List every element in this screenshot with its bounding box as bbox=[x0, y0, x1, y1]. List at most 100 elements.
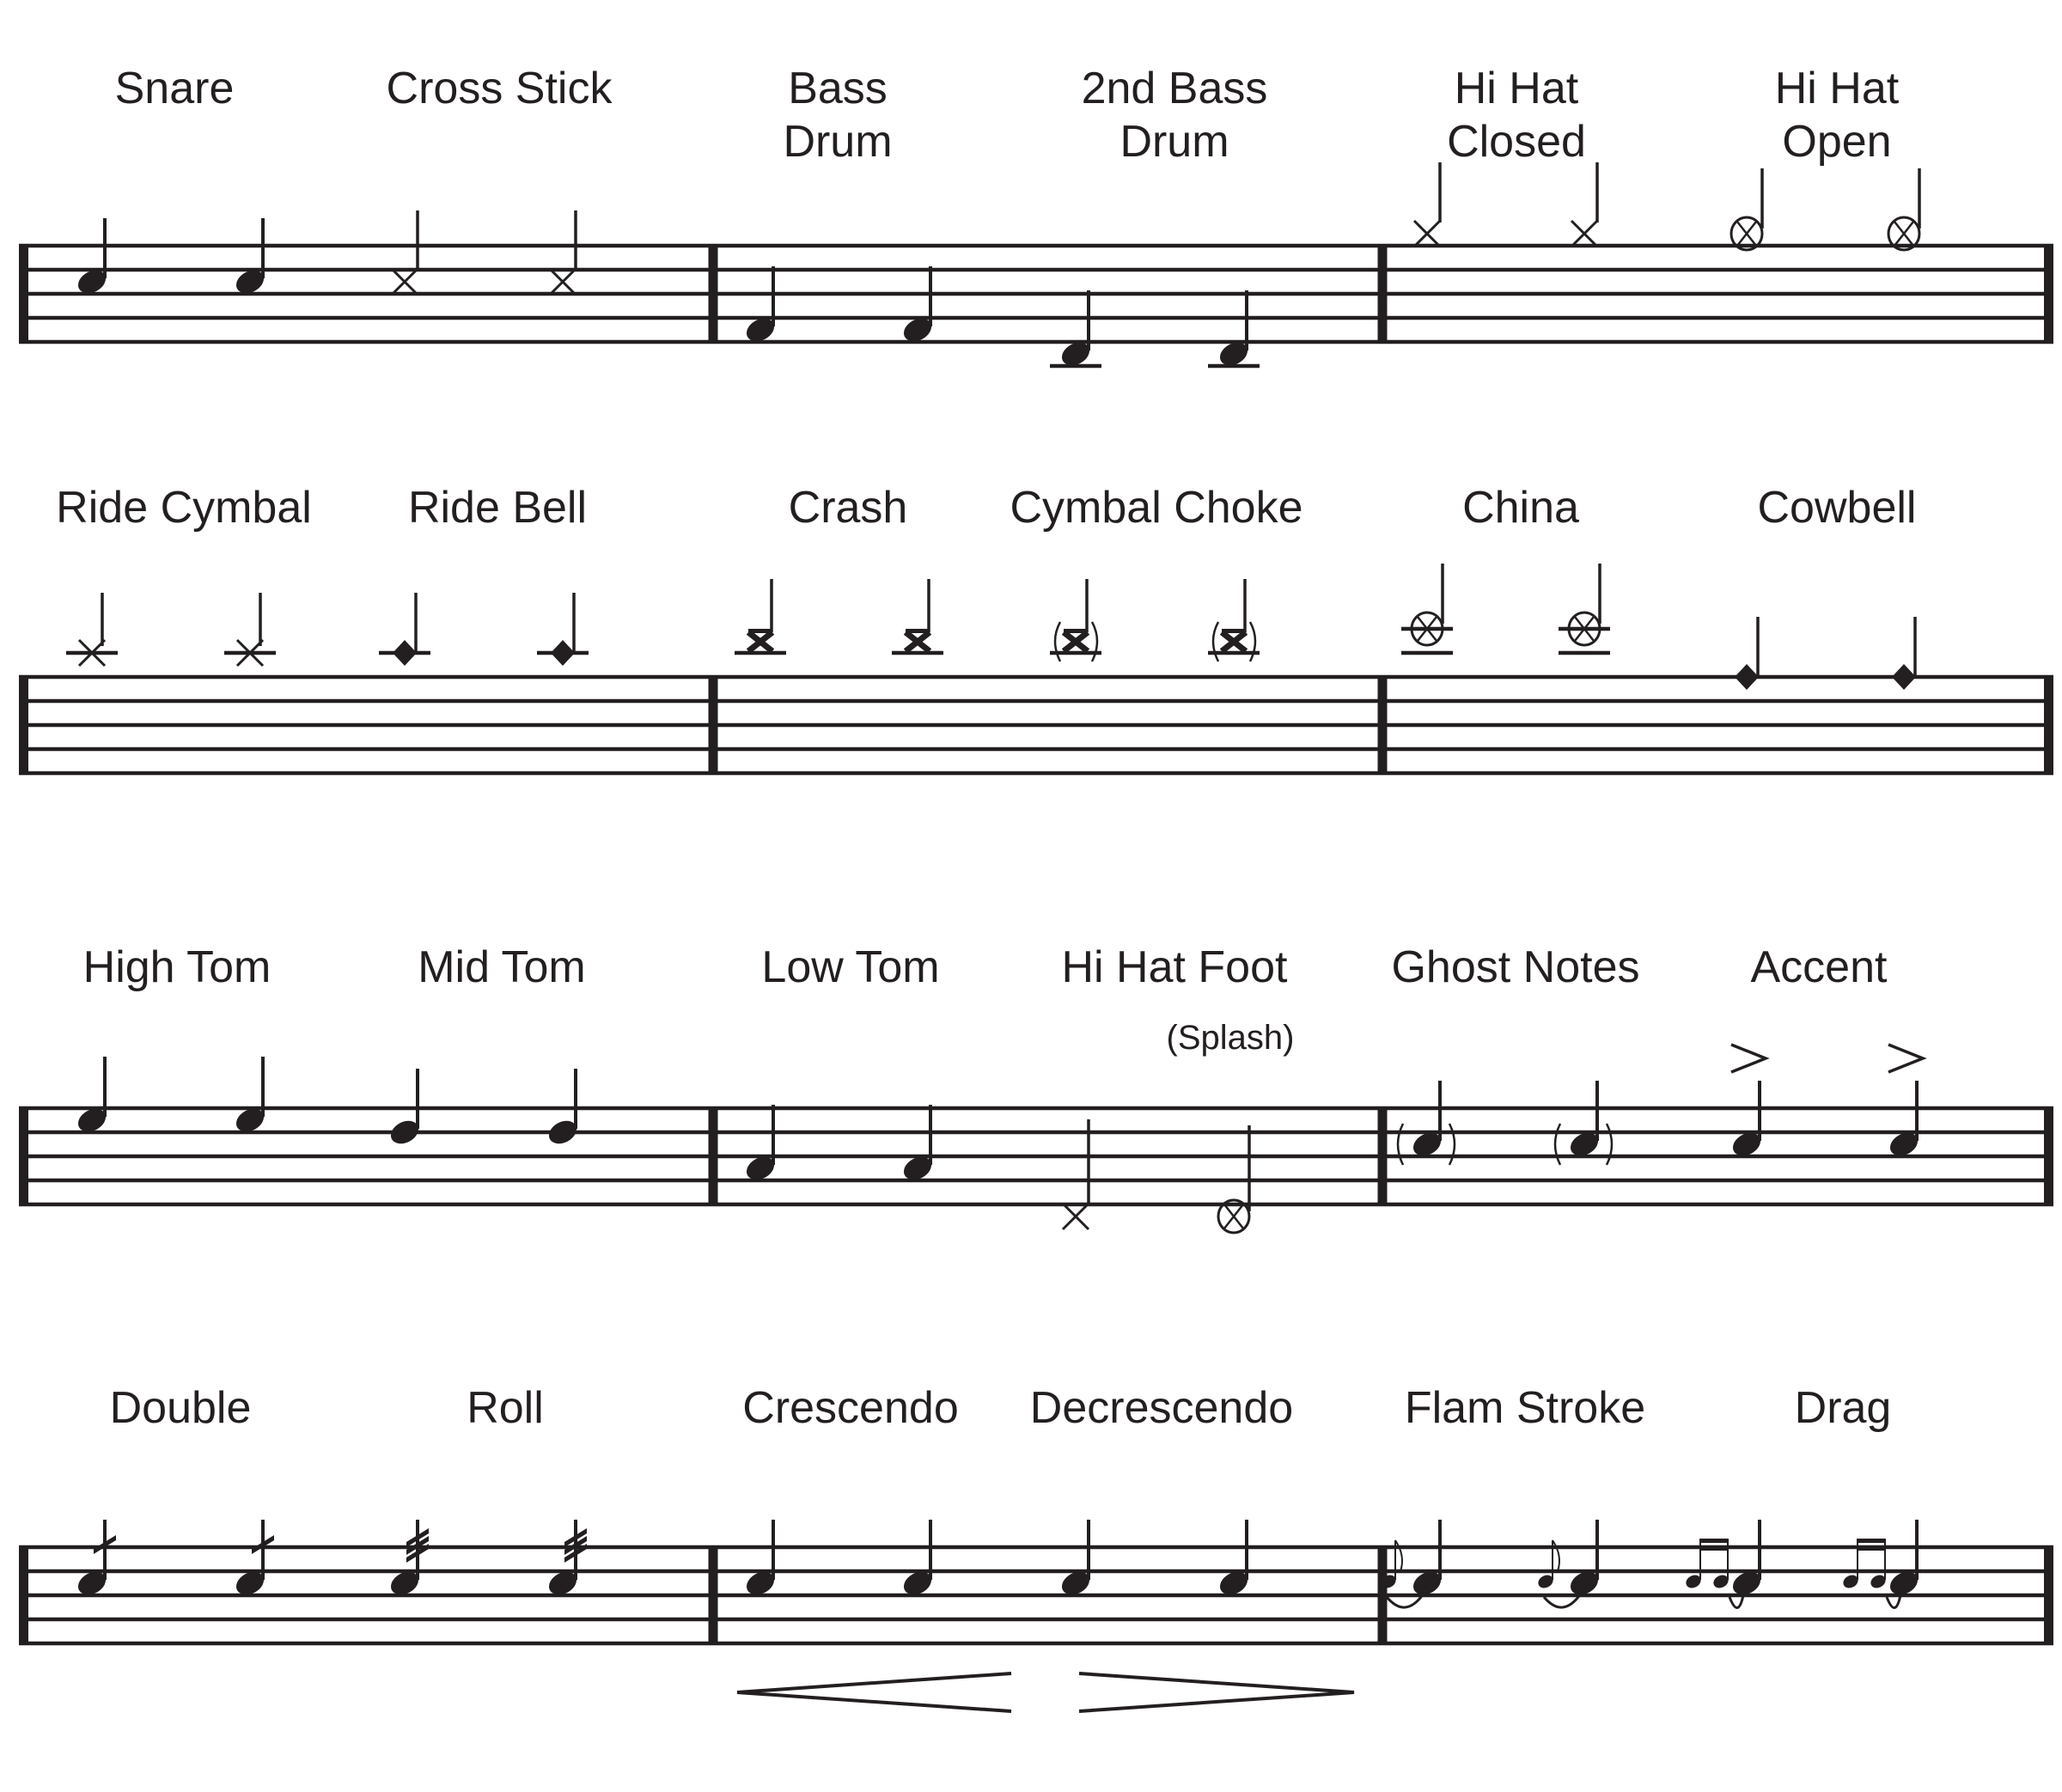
bar-line bbox=[708, 244, 718, 344]
bar-line bbox=[708, 1106, 718, 1206]
bar-line bbox=[1377, 675, 1388, 775]
notation-item: Ride Bell bbox=[379, 483, 589, 666]
notation-label: Hi Hat bbox=[1775, 64, 1900, 113]
bar-line bbox=[2044, 675, 2053, 775]
note bbox=[235, 218, 265, 294]
note bbox=[892, 579, 943, 655]
note bbox=[903, 1105, 932, 1180]
note bbox=[77, 1057, 107, 1132]
choke-paren-left bbox=[1211, 621, 1220, 662]
notation-label: Decrescendo bbox=[1030, 1383, 1293, 1433]
note bbox=[1730, 1043, 1770, 1156]
notation-item: Accent bbox=[1730, 942, 1927, 1156]
notation-label: Ghost Notes bbox=[1391, 942, 1639, 992]
note bbox=[390, 1520, 429, 1595]
notation-label: Closed bbox=[1447, 117, 1586, 167]
notation-item: Crash bbox=[735, 483, 943, 655]
notation-label: Roll bbox=[467, 1383, 544, 1433]
crescendo-hairpin bbox=[736, 1672, 1012, 1713]
note bbox=[1730, 168, 1764, 252]
diamond-notehead bbox=[1735, 664, 1759, 690]
note bbox=[746, 266, 775, 342]
notation-item: Mid Tom bbox=[390, 942, 586, 1144]
note bbox=[77, 218, 107, 294]
notation-label: Drag bbox=[1795, 1383, 1892, 1433]
notation-label: Cross Stick bbox=[387, 64, 613, 113]
note bbox=[1559, 564, 1610, 655]
notation-item: Cross Stick bbox=[387, 64, 613, 296]
note bbox=[1208, 290, 1260, 369]
accent-mark bbox=[1888, 1043, 1927, 1074]
bar-line bbox=[708, 1545, 718, 1645]
note bbox=[1735, 617, 1760, 690]
note bbox=[1887, 168, 1921, 252]
notation-label: Cowbell bbox=[1758, 483, 1917, 533]
crash-notehead bbox=[746, 630, 775, 654]
note bbox=[1061, 1119, 1090, 1231]
note bbox=[235, 1520, 274, 1595]
notation-item: BassDrum bbox=[746, 64, 932, 342]
bar-line bbox=[2044, 1106, 2053, 1206]
notation-label: High Tom bbox=[83, 942, 271, 992]
notation-item: Hi HatOpen bbox=[1730, 64, 1921, 252]
notation-label: Hi Hat Foot bbox=[1062, 942, 1289, 992]
notation-label: Crash bbox=[789, 483, 908, 533]
bar-line bbox=[1377, 1106, 1388, 1206]
notation-label: Bass bbox=[788, 64, 888, 113]
ghost-paren-left bbox=[1553, 1123, 1562, 1166]
choke-paren-left bbox=[1053, 621, 1062, 662]
bar-line bbox=[1377, 1545, 1388, 1645]
notation-item: 2nd BassDrum bbox=[1050, 64, 1267, 369]
note bbox=[77, 1520, 116, 1595]
notation-label: Snare bbox=[115, 64, 235, 113]
note bbox=[548, 1520, 587, 1595]
grace-beam bbox=[1857, 1546, 1886, 1551]
bar-line bbox=[2044, 244, 2053, 344]
crash-notehead bbox=[903, 630, 932, 654]
note bbox=[1892, 617, 1917, 690]
note bbox=[1396, 1081, 1456, 1166]
note bbox=[903, 266, 932, 342]
notation-item: Flam Stroke bbox=[1381, 1383, 1645, 1609]
notation-label: Drum bbox=[1119, 117, 1229, 167]
bar-line bbox=[19, 1545, 28, 1645]
accent-mark bbox=[1730, 1043, 1770, 1074]
diamond-notehead bbox=[1892, 664, 1916, 690]
bar-line bbox=[19, 244, 28, 344]
note bbox=[903, 1520, 932, 1595]
staff-row: Snare Cross Stick BassDrum2nd BassDrumHi H… bbox=[19, 64, 2053, 369]
notation-item: Cymbal Choke bbox=[1010, 483, 1303, 662]
notation-label: Mid Tom bbox=[418, 942, 586, 992]
notation-label: Hi Hat bbox=[1455, 64, 1579, 113]
choke-paren-right bbox=[1090, 621, 1099, 662]
decrescendo-hairpin bbox=[1078, 1672, 1355, 1713]
staff-row: Double Roll Crescendo Decrescendo Flam Strok… bbox=[19, 1383, 2053, 1713]
bar-line bbox=[19, 675, 28, 775]
notation-label: Accent bbox=[1751, 942, 1888, 992]
grace-beam bbox=[1699, 1546, 1729, 1551]
notation-item: Double bbox=[77, 1383, 274, 1595]
note bbox=[66, 593, 118, 667]
notation-item: Snare bbox=[77, 64, 265, 294]
note bbox=[1219, 1520, 1248, 1595]
note bbox=[735, 579, 786, 655]
bar-line bbox=[708, 675, 718, 775]
notation-item: Low Tom bbox=[746, 942, 940, 1180]
crash-notehead bbox=[1061, 630, 1090, 654]
note bbox=[746, 1520, 775, 1595]
grace-beam bbox=[1857, 1539, 1886, 1543]
note bbox=[379, 593, 430, 666]
note bbox=[1401, 564, 1453, 655]
staff-row: Ride Cymbal Ride Bell Crash Cymbal Choke Chi… bbox=[19, 483, 2053, 776]
note bbox=[235, 1057, 265, 1132]
notation-sublabel: (Splash) bbox=[1167, 1019, 1295, 1057]
staff-row: High Tom Mid Tom Low Tom Hi Hat Foot (Splash… bbox=[19, 942, 2053, 1234]
notation-item: China bbox=[1401, 483, 1610, 655]
note bbox=[548, 210, 577, 296]
note bbox=[1412, 162, 1442, 248]
note bbox=[1553, 1081, 1614, 1166]
diamond-notehead bbox=[551, 640, 575, 666]
notation-item: Roll bbox=[390, 1383, 587, 1595]
note bbox=[1208, 579, 1260, 662]
bar-line bbox=[1377, 244, 1388, 344]
